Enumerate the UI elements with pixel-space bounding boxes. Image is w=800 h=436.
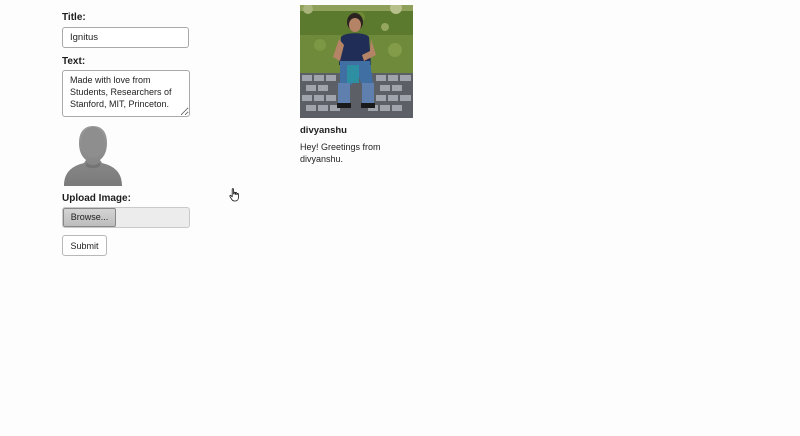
text-textarea[interactable]: Made with love from Students, Researcher… bbox=[62, 70, 190, 117]
title-label: Title: bbox=[62, 12, 86, 23]
post-image bbox=[300, 5, 413, 118]
hand-pointer-icon bbox=[229, 188, 239, 202]
page: Title: Text: Made with love from Student… bbox=[0, 0, 800, 436]
post-author: divyanshu bbox=[300, 125, 347, 136]
upload-image-label: Upload Image: bbox=[62, 193, 131, 204]
post-message: Hey! Greetings from divyanshu. bbox=[300, 142, 381, 164]
browse-button[interactable]: Browse... bbox=[63, 208, 116, 227]
user-silhouette-icon bbox=[64, 126, 122, 186]
image-file-input[interactable]: Browse... bbox=[62, 207, 190, 228]
title-input[interactable] bbox=[62, 27, 189, 48]
post-photo-image bbox=[300, 5, 413, 118]
submit-button[interactable]: Submit bbox=[62, 235, 107, 256]
text-label: Text: bbox=[62, 56, 86, 67]
avatar-placeholder-icon bbox=[62, 122, 124, 186]
